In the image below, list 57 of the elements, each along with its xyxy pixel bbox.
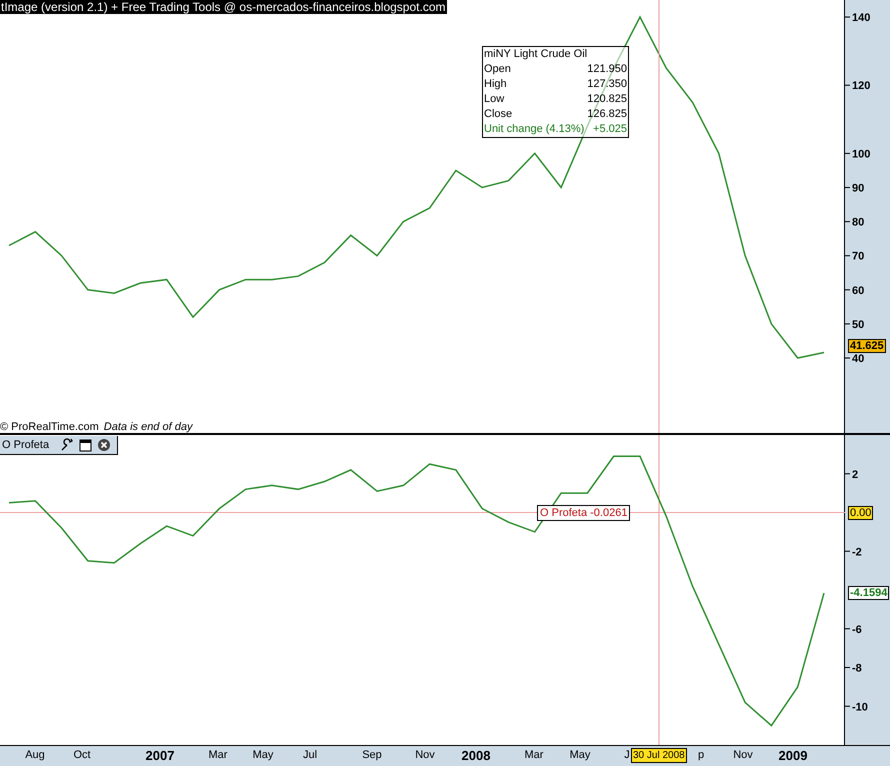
y-tick-label: 2 xyxy=(852,468,858,481)
y-tick-label: 120 xyxy=(852,80,870,92)
y-tick-label: 50 xyxy=(852,318,864,331)
title-banner: tImage (version 2.1) + Free Trading Tools @ os-mercados-financeiros.blogspot.com xyxy=(0,0,446,14)
time-label: Oct xyxy=(73,749,91,762)
window-icon[interactable] xyxy=(79,438,92,452)
time-label: Mar xyxy=(208,749,228,762)
y-tick-label: 70 xyxy=(852,250,864,263)
wrench-icon[interactable] xyxy=(60,438,74,452)
tooltip-value: 121.950 xyxy=(587,62,627,77)
time-label: Nov xyxy=(415,749,435,762)
tooltip-value: 120.825 xyxy=(587,92,627,107)
y-tick-label: 100 xyxy=(852,148,870,160)
tooltip-value: 127.350 xyxy=(587,77,627,92)
tooltip-label: Open xyxy=(484,62,511,77)
time-label: Mar xyxy=(524,749,544,762)
indicator-title: O Profeta xyxy=(2,438,50,452)
y-tick: -8 xyxy=(844,662,862,674)
time-label: May xyxy=(252,749,274,762)
y-tick-label: -6 xyxy=(852,624,862,636)
cursor-date-tag: 30 Jul 2008 xyxy=(631,748,687,763)
tooltip-label: Unit change (4.13%) xyxy=(484,122,584,137)
time-label: May xyxy=(570,749,590,762)
last-value-tag: -4.1594 xyxy=(848,586,890,600)
y-tick: -10 xyxy=(844,701,868,714)
time-label: 2007 xyxy=(146,749,174,762)
tooltip-value: 126.825 xyxy=(587,107,627,122)
cursor-value-label: O Profeta -0.0261 xyxy=(537,504,630,520)
data-note: Data is end of day xyxy=(104,421,192,433)
y-tick: -2 xyxy=(844,546,862,558)
tooltip-label: High xyxy=(484,77,507,92)
y-tick: 2 xyxy=(844,468,858,481)
tooltip-label: Close xyxy=(484,107,512,122)
tooltip-label: Low xyxy=(484,92,504,107)
y-tick-label: -8 xyxy=(852,662,862,674)
close-icon[interactable] xyxy=(97,438,112,452)
time-label: Aug xyxy=(25,749,45,762)
y-tick-label: 40 xyxy=(852,353,864,365)
y-tick-label: -10 xyxy=(852,701,868,714)
y-tick-label: -2 xyxy=(852,546,862,558)
tooltip-value: +5.025 xyxy=(593,122,627,137)
time-label: Nov xyxy=(733,749,753,762)
time-label: Jul xyxy=(302,749,318,762)
time-label: 2008 xyxy=(462,749,490,762)
time-label: 2009 xyxy=(778,749,808,762)
y-tick-label: 140 xyxy=(852,12,870,24)
time-label: Sep xyxy=(362,749,382,762)
time-label: J xyxy=(624,749,630,762)
copyright-text: © ProRealTime.com xyxy=(0,421,99,433)
last-price-tag: 41.625 xyxy=(848,338,886,353)
y-tick-label: 80 xyxy=(852,216,864,229)
zero-tag: 0.00 xyxy=(848,506,874,520)
y-tick-label: 60 xyxy=(852,284,864,297)
tooltip-title: miNY Light Crude Oil xyxy=(484,47,588,62)
y-tick-label: 90 xyxy=(852,182,864,195)
time-label: p xyxy=(698,749,704,762)
y-tick: -6 xyxy=(844,624,862,636)
